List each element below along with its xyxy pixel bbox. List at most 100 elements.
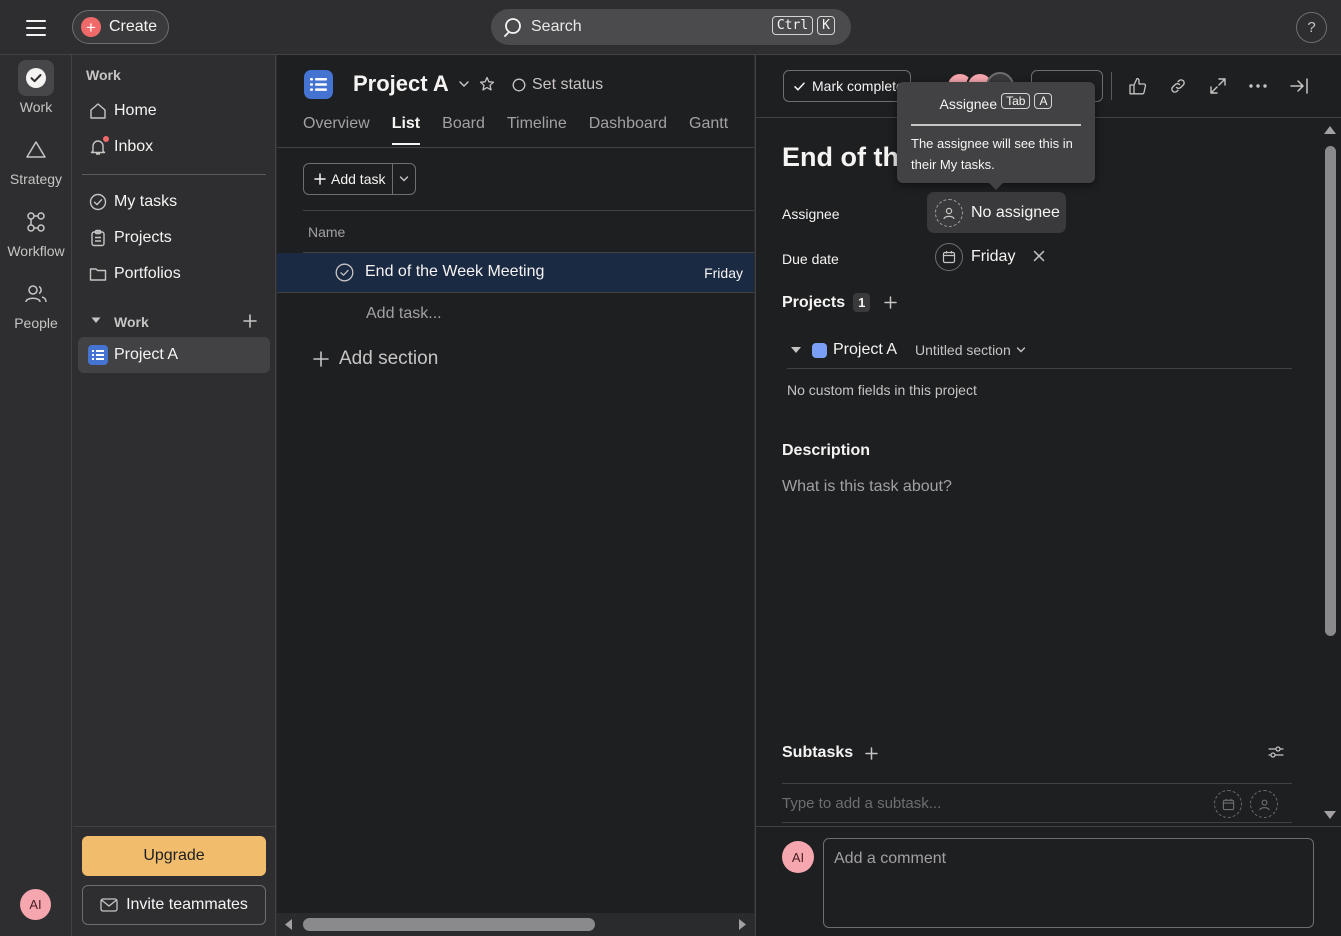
status-circle-icon — [512, 78, 526, 92]
shortcut-key: K — [817, 16, 835, 35]
project-color-chip — [812, 342, 827, 358]
more-options-icon[interactable] — [1246, 74, 1270, 98]
sidebar-item-label: Home — [114, 102, 157, 119]
scroll-down-icon[interactable] — [1323, 810, 1337, 820]
help-button[interactable]: ? — [1296, 12, 1327, 43]
search-placeholder: Search — [531, 18, 582, 35]
chevron-down-icon[interactable] — [458, 79, 470, 89]
upgrade-button[interactable]: Upgrade — [82, 836, 266, 876]
like-icon[interactable] — [1126, 74, 1150, 98]
project-header: Project A Set status Overview List Board… — [277, 55, 754, 148]
chevron-down-icon[interactable] — [90, 314, 102, 326]
triangle-icon — [18, 132, 54, 168]
sidebar-item-label: Projects — [114, 229, 172, 246]
add-project-plus-icon[interactable] — [243, 314, 257, 328]
create-label: Create — [109, 18, 158, 35]
description-input[interactable]: What is this task about? — [782, 478, 952, 496]
subtask-input[interactable]: Type to add a subtask... — [782, 783, 1292, 823]
due-date-button[interactable]: Friday — [935, 243, 1015, 271]
projects-label: Projects — [782, 293, 846, 311]
tab-timeline[interactable]: Timeline — [507, 115, 567, 145]
rail-item-strategy[interactable]: Strategy — [0, 132, 72, 187]
mark-complete-button[interactable]: Mark complete — [783, 70, 911, 102]
plus-icon — [313, 351, 329, 367]
link-icon[interactable] — [1166, 74, 1190, 98]
star-icon[interactable] — [479, 76, 495, 92]
tab-board[interactable]: Board — [442, 115, 485, 145]
invite-teammates-button[interactable]: Invite teammates — [82, 885, 266, 925]
scroll-right-icon[interactable] — [738, 918, 748, 931]
add-task-label: Add task — [331, 171, 386, 187]
table-row[interactable]: End of the Week Meeting Friday — [277, 253, 754, 293]
tab-list[interactable]: List — [391, 115, 421, 145]
tab-dashboard[interactable]: Dashboard — [589, 115, 667, 145]
check-icon — [794, 81, 805, 91]
add-project-plus-icon[interactable] — [884, 296, 898, 309]
rail-label: Strategy — [9, 171, 63, 187]
horizontal-scrollbar[interactable] — [277, 913, 754, 936]
clear-due-date-icon[interactable] — [1031, 248, 1047, 264]
complete-check-icon[interactable] — [335, 263, 354, 282]
sidebar-item-label: My tasks — [114, 193, 178, 210]
scrollbar-thumb[interactable] — [303, 918, 595, 931]
sidebar-item-my-tasks[interactable]: My tasks — [78, 184, 270, 220]
shortcut-key: A — [1034, 93, 1053, 109]
project-name-link[interactable]: Project A — [833, 341, 897, 359]
search-input[interactable]: Search Ctrl K — [491, 9, 851, 45]
vertical-scrollbar[interactable] — [1320, 118, 1340, 826]
chevron-down-icon — [1016, 347, 1025, 353]
plus-icon — [314, 173, 326, 185]
scroll-up-icon[interactable] — [1323, 125, 1337, 135]
list-icon — [87, 344, 109, 366]
sidebar-item-portfolios[interactable]: Portfolios — [78, 256, 270, 292]
sidebar-item-project-a[interactable]: Project A — [78, 337, 270, 373]
subtasks-header: Subtasks — [782, 744, 878, 762]
sidebar: Work Home Inbox My tasks Projects Portfo… — [73, 55, 276, 936]
sidebar-item-projects[interactable]: Projects — [78, 220, 270, 256]
set-status-button[interactable]: Set status — [512, 76, 603, 94]
people-icon — [18, 276, 54, 312]
top-bar: + Create Search Ctrl K ? — [0, 0, 1341, 55]
section-label-work[interactable]: Work — [114, 314, 149, 330]
add-task-inline[interactable]: Add task... — [366, 305, 442, 323]
rail-item-workflow[interactable]: Workflow — [0, 204, 72, 259]
hamburger-menu-icon[interactable] — [22, 14, 50, 42]
left-rail: Work Strategy Workflow People AI — [0, 55, 72, 936]
caret-down-icon[interactable] — [790, 345, 802, 355]
folder-icon — [87, 263, 109, 285]
tab-gantt[interactable]: Gantt — [689, 115, 728, 145]
scrollbar-thumb[interactable] — [1325, 146, 1336, 636]
person-icon[interactable] — [1250, 790, 1278, 818]
check-circle-icon — [87, 191, 109, 213]
sidebar-item-home[interactable]: Home — [78, 93, 270, 129]
expand-icon[interactable] — [1206, 74, 1230, 98]
assignee-button[interactable]: No assignee — [927, 192, 1066, 233]
projects-field: Projects 1 — [782, 293, 898, 312]
tab-overview[interactable]: Overview — [303, 115, 370, 145]
rail-label: Workflow — [7, 243, 65, 259]
bell-icon — [87, 136, 109, 158]
calendar-icon[interactable] — [1214, 790, 1242, 818]
divider — [1111, 72, 1112, 100]
user-avatar[interactable]: AI — [20, 889, 51, 920]
close-panel-icon[interactable] — [1287, 74, 1311, 98]
create-button[interactable]: + Create — [72, 10, 169, 44]
projects-count-badge: 1 — [853, 293, 871, 312]
sidebar-item-inbox[interactable]: Inbox — [78, 129, 270, 165]
task-due-date[interactable]: Friday — [704, 265, 743, 281]
comment-area: AI Add a comment — [756, 826, 1341, 936]
task-title[interactable]: End of the — [782, 142, 914, 173]
add-section-button[interactable]: Add section — [313, 348, 438, 370]
home-icon — [87, 100, 109, 122]
add-task-button[interactable]: Add task — [304, 164, 394, 194]
comment-input[interactable]: Add a comment — [823, 838, 1314, 928]
scroll-left-icon[interactable] — [283, 918, 293, 931]
add-task-dropdown[interactable] — [393, 164, 415, 194]
subtask-settings-icon[interactable] — [1268, 745, 1284, 759]
project-tabs: Overview List Board Timeline Dashboard G… — [303, 115, 728, 145]
add-subtask-plus-icon[interactable] — [865, 746, 878, 760]
project-membership-row: Project A Untitled section — [787, 332, 1292, 369]
section-dropdown[interactable]: Untitled section — [915, 342, 1026, 358]
rail-item-work[interactable]: Work — [0, 60, 72, 115]
rail-item-people[interactable]: People — [0, 276, 72, 331]
